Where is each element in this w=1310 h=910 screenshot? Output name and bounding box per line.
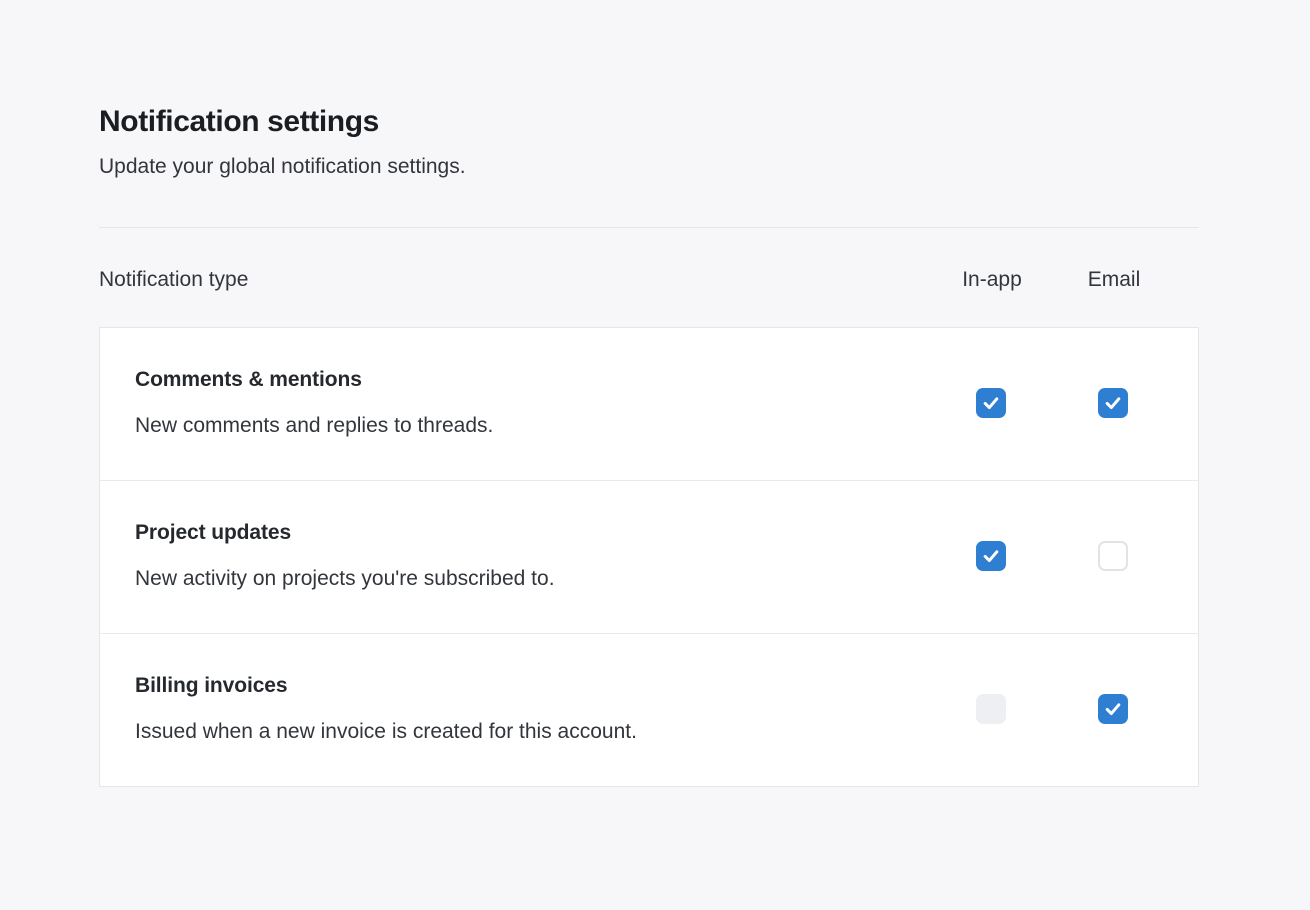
table-row-project-updates: Project updates New activity on projects… — [100, 481, 1198, 634]
billing-invoices-in-app-checkbox — [976, 694, 1006, 724]
row-title: Project updates — [135, 519, 930, 547]
page-title: Notification settings — [99, 103, 1199, 141]
project-updates-in-app-checkbox[interactable] — [976, 541, 1006, 571]
row-description: New comments and replies to threads. — [135, 412, 930, 440]
comments-mentions-email-checkbox[interactable] — [1098, 388, 1128, 418]
column-header-email: Email — [1053, 266, 1175, 294]
notification-settings-page: Notification settings Update your global… — [99, 0, 1199, 787]
project-updates-email-checkbox[interactable] — [1098, 541, 1128, 571]
row-description: New activity on projects you're subscrib… — [135, 565, 930, 593]
row-text: Project updates New activity on projects… — [135, 519, 930, 593]
billing-invoices-email-checkbox[interactable] — [1098, 694, 1128, 724]
comments-mentions-in-app-checkbox[interactable] — [976, 388, 1006, 418]
checkmark-icon — [981, 546, 1001, 566]
checkmark-icon — [1103, 393, 1123, 413]
checkmark-icon — [981, 393, 1001, 413]
row-title: Billing invoices — [135, 672, 930, 700]
table-header-row: Notification type In-app Email — [99, 266, 1199, 294]
checkmark-icon — [1103, 699, 1123, 719]
row-description: Issued when a new invoice is created for… — [135, 718, 930, 746]
section-divider — [99, 227, 1199, 228]
column-header-notification-type: Notification type — [99, 266, 931, 294]
table-row-comments-mentions: Comments & mentions New comments and rep… — [100, 328, 1198, 481]
row-title: Comments & mentions — [135, 366, 930, 394]
row-text: Comments & mentions New comments and rep… — [135, 366, 930, 440]
row-text: Billing invoices Issued when a new invoi… — [135, 672, 930, 746]
page-subtitle: Update your global notification settings… — [99, 153, 1199, 181]
table-row-billing-invoices: Billing invoices Issued when a new invoi… — [100, 634, 1198, 786]
column-header-in-app: In-app — [931, 266, 1053, 294]
notification-settings-card: Comments & mentions New comments and rep… — [99, 327, 1199, 787]
